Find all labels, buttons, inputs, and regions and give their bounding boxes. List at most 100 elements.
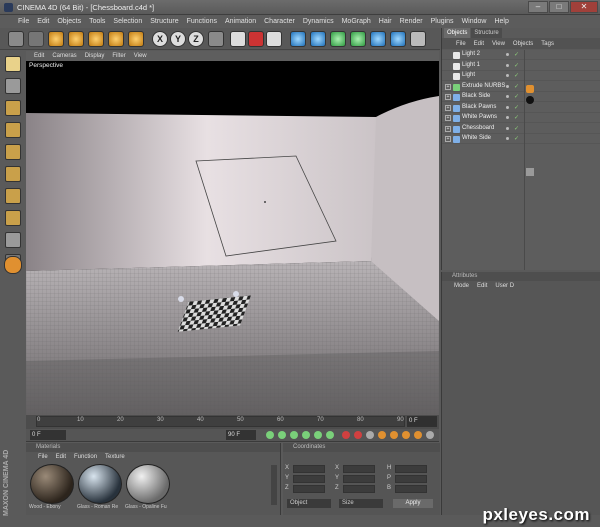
snap-icon[interactable]	[5, 232, 21, 248]
timeline-menu-icon[interactable]	[426, 431, 434, 439]
render-settings-icon[interactable]	[266, 31, 282, 47]
go-to-end-icon[interactable]	[326, 431, 334, 439]
rot-h-field[interactable]	[395, 465, 427, 473]
coord-mode-select[interactable]: Object	[287, 499, 331, 508]
scale-key-icon[interactable]	[390, 431, 398, 439]
render-view-icon[interactable]	[230, 31, 246, 47]
menu-animation[interactable]: Animation	[221, 18, 260, 25]
uv-mode-icon[interactable]	[5, 210, 21, 226]
menu-window[interactable]: Window	[458, 18, 491, 25]
rotate-icon[interactable]	[108, 31, 124, 47]
menu-edit[interactable]: Edit	[33, 18, 53, 25]
enable-check-icon[interactable]: ✓	[514, 62, 520, 69]
expand-icon[interactable]: +	[445, 125, 451, 132]
size-x-field[interactable]	[343, 465, 375, 473]
use-object-axis-icon[interactable]	[5, 78, 21, 94]
enable-check-icon[interactable]: ✓	[514, 135, 520, 142]
object-name[interactable]: Extrude NURBS	[462, 83, 505, 89]
pos-y-field[interactable]	[293, 475, 325, 483]
tab-objects[interactable]: Objects	[444, 28, 471, 38]
timeline-ruler[interactable]: 0 10 20 30 40 50 60 70 80 90	[36, 416, 405, 427]
pos-x-field[interactable]	[293, 465, 325, 473]
material-glass-opaline[interactable]	[126, 464, 170, 504]
expand-icon[interactable]: +	[445, 115, 451, 121]
maximize-button[interactable]: □	[549, 1, 569, 13]
menu-selection[interactable]: Selection	[109, 18, 146, 25]
current-frame-field[interactable]: 0 F	[407, 416, 437, 427]
expand-icon[interactable]: +	[445, 94, 451, 100]
z-axis-lock-icon[interactable]: Z	[188, 31, 204, 47]
go-to-start-icon[interactable]	[266, 431, 274, 439]
menu-objects[interactable]: Objects	[53, 18, 85, 25]
points-mode-icon[interactable]	[5, 100, 21, 116]
enable-check-icon[interactable]: ✓	[514, 83, 520, 90]
menu-render[interactable]: Render	[396, 18, 427, 25]
attributes-menu-item[interactable]: Mode	[450, 283, 473, 289]
apply-button[interactable]: Apply	[393, 499, 433, 508]
materials-menu-edit[interactable]: Edit	[52, 454, 70, 460]
visibility-dot-icon[interactable]	[506, 116, 509, 119]
polygons-mode-icon[interactable]	[5, 144, 21, 160]
object-row[interactable]: + Black Side ✓	[442, 92, 600, 102]
materials-menu-file[interactable]: File	[34, 454, 52, 460]
texture-mode-icon[interactable]	[5, 166, 21, 182]
viewport-menu-edit[interactable]: Edit	[30, 53, 48, 59]
scene-objects-icon[interactable]	[390, 31, 406, 47]
object-name[interactable]: Light	[462, 72, 475, 78]
materials-scrollbar[interactable]	[271, 465, 277, 505]
tab-structure[interactable]: Structure	[471, 28, 502, 38]
enable-check-icon[interactable]: ✓	[514, 72, 520, 79]
recent-tool-icon[interactable]	[128, 31, 144, 47]
enable-check-icon[interactable]: ✓	[514, 114, 520, 121]
scale-icon[interactable]	[88, 31, 104, 47]
object-row[interactable]: + Black Pawns ✓	[442, 103, 600, 113]
size-z-field[interactable]	[343, 485, 375, 493]
object-name[interactable]: Black Pawns	[462, 104, 496, 110]
menu-dynamics[interactable]: Dynamics	[299, 18, 338, 25]
object-row[interactable]: + Extrude NURBS ✓	[442, 82, 600, 92]
viewport-menu-filter[interactable]: Filter	[108, 53, 129, 59]
objects-menu-tags[interactable]: Tags	[537, 41, 558, 47]
autokey-icon[interactable]	[354, 431, 362, 439]
object-row[interactable]: + Chessboard ✓	[442, 124, 600, 134]
attributes-menu-item[interactable]: Edit	[473, 283, 491, 289]
cube-icon[interactable]	[290, 31, 306, 47]
start-frame-field[interactable]: 0 F	[30, 430, 66, 440]
object-row[interactable]: + White Pawns ✓	[442, 113, 600, 123]
minimize-button[interactable]: –	[528, 1, 548, 13]
object-row[interactable]: Light ✓	[442, 71, 600, 81]
objects-menu-view[interactable]: View	[488, 41, 509, 47]
layout-icon[interactable]	[4, 256, 22, 274]
light-tag-icon[interactable]	[526, 85, 534, 93]
materials-menu-function[interactable]: Function	[70, 454, 101, 460]
object-name[interactable]: Light 1	[462, 62, 480, 68]
next-frame-icon[interactable]	[314, 431, 322, 439]
object-name[interactable]: Light 2	[462, 51, 480, 57]
live-select-icon[interactable]	[48, 31, 64, 47]
menu-tools[interactable]: Tools	[85, 18, 109, 25]
visibility-dot-icon[interactable]	[506, 84, 509, 88]
close-button[interactable]: ✕	[570, 1, 598, 13]
menu-functions[interactable]: Functions	[183, 18, 221, 25]
visibility-dot-icon[interactable]	[506, 126, 509, 130]
move-icon[interactable]	[68, 31, 84, 47]
rot-p-field[interactable]	[395, 475, 427, 483]
spline-pen-icon[interactable]	[310, 31, 326, 47]
coord-size-select[interactable]: Size	[339, 499, 383, 508]
workplane-icon[interactable]	[5, 188, 21, 204]
object-row[interactable]: + White Side ✓	[442, 134, 600, 144]
object-name[interactable]: White Side	[462, 135, 491, 141]
texture-tag-icon[interactable]	[526, 168, 534, 176]
material-glass-roman[interactable]	[78, 464, 122, 504]
menu-hair[interactable]: Hair	[375, 18, 396, 25]
perspective-viewport[interactable]: Perspective	[26, 61, 439, 415]
menu-structure[interactable]: Structure	[146, 18, 182, 25]
end-frame-field[interactable]: 90 F	[226, 430, 256, 440]
position-key-icon[interactable]	[378, 431, 386, 439]
rotation-key-icon[interactable]	[402, 431, 410, 439]
expand-icon[interactable]: +	[445, 83, 451, 90]
deformer-icon[interactable]	[370, 31, 386, 47]
menu-plugins[interactable]: Plugins	[427, 18, 458, 25]
viewport-menu-view[interactable]: View	[130, 53, 151, 59]
visibility-dot-icon[interactable]	[506, 63, 509, 67]
